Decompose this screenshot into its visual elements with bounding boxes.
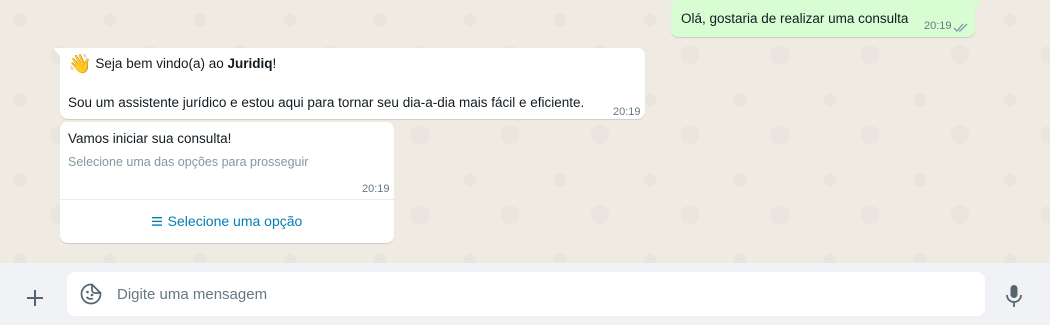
waving-hand-emoji: 👋 (68, 54, 92, 75)
select-option-button[interactable]: Selecione uma opção (60, 200, 394, 243)
incoming-message-list[interactable]: Vamos iniciar sua consulta! Selecione um… (60, 122, 394, 243)
list-subtitle: Selecione uma das opções para prosseguir (68, 155, 309, 169)
composer-bar (0, 263, 1050, 325)
voice-message-button[interactable] (1001, 283, 1027, 309)
bubble-tail (974, 0, 982, 9)
brand-name: Juridiq (227, 56, 273, 71)
microphone-icon (1005, 284, 1023, 308)
message-time: 20:19 (613, 106, 641, 118)
incoming-message-welcome[interactable]: 👋 Seja bem vindo(a) ao Juridiq! Sou um a… (53, 48, 645, 119)
bubble-tail (53, 48, 61, 57)
welcome-text: Seja bem vindo(a) ao (91, 56, 228, 71)
message-input-container[interactable] (67, 272, 985, 316)
message-text: Olá, gostaria de realizar uma consulta (681, 11, 909, 26)
message-input[interactable] (117, 272, 967, 316)
welcome-exclamation: ! (272, 56, 277, 71)
double-check-icon (953, 19, 969, 38)
assistant-description: Sou um assistente jurídico e estou aqui … (68, 95, 585, 110)
chat-panel: Olá, gostaria de realizar uma consulta 2… (0, 0, 1050, 263)
list-title: Vamos iniciar sua consulta! (68, 131, 232, 146)
message-time: 20:19 (362, 183, 390, 195)
select-option-label: Selecione uma opção (167, 213, 303, 229)
outgoing-message[interactable]: Olá, gostaria de realizar uma consulta 2… (671, 0, 982, 38)
message-time: 20:19 (924, 20, 952, 32)
welcome-line: 👋 Seja bem vindo(a) ao Juridiq! (68, 54, 276, 74)
attach-button[interactable] (20, 283, 50, 313)
sticker-icon[interactable] (79, 282, 103, 306)
list-icon (151, 217, 162, 226)
plus-icon (25, 288, 45, 308)
